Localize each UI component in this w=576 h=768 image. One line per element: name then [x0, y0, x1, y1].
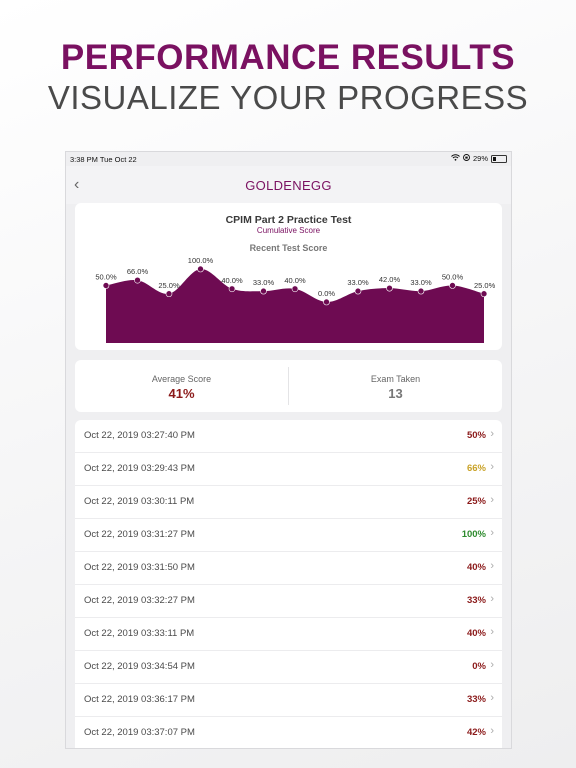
chevron-right-icon: ›: [490, 560, 494, 572]
result-date: Oct 22, 2019 03:30:11 PM: [84, 496, 195, 507]
chart-data-label: 50.0%: [442, 273, 464, 282]
chart-data-label: 50.0%: [95, 273, 117, 282]
chart-point: [134, 276, 141, 284]
result-row[interactable]: Oct 22, 2019 03:31:27 PM 100% ›: [75, 519, 502, 552]
result-score: 100%: [461, 529, 486, 540]
chevron-right-icon: ›: [490, 692, 494, 704]
tablet-screen: 3:38 PM Tue Oct 22 29% ‹ GOLDENEGG 50.0%…: [66, 152, 511, 748]
chart-data-label: 66.0%: [127, 267, 149, 276]
result-date: Oct 22, 2019 03:33:11 PM: [84, 628, 195, 639]
chart-card-subtitle: Cumulative Score: [256, 226, 321, 235]
result-date: Oct 22, 2019 03:31:27 PM: [84, 529, 195, 540]
result-date: Oct 22, 2019 03:34:54 PM: [84, 661, 195, 672]
chart-point: [354, 287, 362, 295]
stats-card: Average Score 41% Exam Taken 13: [75, 360, 502, 412]
promo-title: PERFORMANCE RESULTS: [60, 38, 516, 77]
result-row[interactable]: Oct 22, 2019 03:37:07 PM 42% ›: [75, 717, 502, 748]
score-chart-card: 50.0% 66.0% 25.0% 100.0% 40.0% 33.0% 40.0% 0.0%…: [75, 203, 502, 350]
average-score-stat: Average Score 41%: [75, 360, 288, 412]
result-score: 0%: [472, 661, 486, 672]
battery-icon: [491, 154, 507, 163]
navigation-bar: ‹ GOLDENEGG: [66, 166, 511, 204]
chevron-right-icon: ›: [490, 593, 494, 605]
chevron-right-icon: ›: [490, 626, 494, 638]
orientation-lock-icon: [463, 154, 470, 163]
result-row[interactable]: Oct 22, 2019 03:30:11 PM 25% ›: [75, 486, 502, 519]
chart-data-label: 25.0%: [158, 281, 180, 290]
chevron-right-icon: ›: [490, 428, 494, 440]
chart-point: [480, 290, 488, 298]
chart-data-label: 33.0%: [410, 278, 432, 287]
chart-data-label: 33.0%: [253, 278, 275, 287]
chart-point: [323, 298, 330, 306]
result-score: 50%: [466, 430, 486, 441]
result-row[interactable]: Oct 22, 2019 03:29:43 PM 66% ›: [75, 453, 502, 486]
result-row[interactable]: Oct 22, 2019 03:33:11 PM 40% ›: [75, 618, 502, 651]
chart-data-label: 40.0%: [221, 276, 243, 285]
wifi-icon: [451, 154, 460, 163]
result-date: Oct 22, 2019 03:31:50 PM: [84, 562, 195, 573]
result-score: 40%: [466, 628, 486, 639]
result-score: 33%: [466, 694, 486, 705]
status-bar: 3:38 PM Tue Oct 22 29%: [66, 152, 511, 166]
chart-data-label: 0.0%: [318, 289, 335, 298]
result-score: 66%: [466, 463, 486, 474]
chevron-right-icon: ›: [490, 494, 494, 506]
chart-data-label: 100.0%: [188, 256, 214, 265]
chart-data-label: 33.0%: [347, 278, 369, 287]
chart-point: [260, 287, 267, 295]
result-row[interactable]: Oct 22, 2019 03:27:40 PM 50% ›: [75, 420, 502, 453]
chevron-right-icon: ›: [490, 725, 494, 737]
chart-data-label: 42.0%: [379, 275, 401, 284]
chart-point: [291, 285, 299, 293]
result-row[interactable]: Oct 22, 2019 03:34:54 PM 0% ›: [75, 651, 502, 684]
app-logo: GOLDENEGG: [245, 178, 332, 193]
chevron-right-icon: ›: [490, 461, 494, 473]
chart-data-label: 40.0%: [284, 276, 306, 285]
chart-data-label: 25.0%: [474, 281, 496, 290]
result-date: Oct 22, 2019 03:27:40 PM: [84, 430, 195, 441]
results-list: Oct 22, 2019 03:27:40 PM 50% › Oct 22, 2019…: [75, 420, 502, 748]
chart-point: [417, 287, 425, 295]
promo-subtitle: VISUALIZE YOUR PROGRESS: [47, 79, 529, 116]
exam-taken-value: 13: [388, 386, 403, 401]
exam-taken-label: Exam Taken: [370, 374, 421, 384]
average-score-label: Average Score: [151, 374, 212, 384]
result-row[interactable]: Oct 22, 2019 03:36:17 PM 33% ›: [75, 684, 502, 717]
battery-percent: 29%: [472, 154, 488, 163]
result-row[interactable]: Oct 22, 2019 03:32:27 PM 33% ›: [75, 585, 502, 618]
result-date: Oct 22, 2019 03:36:17 PM: [84, 694, 195, 705]
exam-taken-stat: Exam Taken 13: [289, 360, 502, 412]
result-score: 40%: [466, 562, 486, 573]
chevron-right-icon: ›: [490, 527, 494, 539]
chart-point: [165, 290, 173, 298]
chart-point: [197, 265, 204, 273]
result-date: Oct 22, 2019 03:29:43 PM: [84, 463, 195, 474]
chart-point: [102, 282, 110, 289]
chart-point: [449, 282, 456, 289]
result-row[interactable]: Oct 22, 2019 03:31:50 PM 40% ›: [75, 552, 502, 585]
chevron-right-icon: ›: [490, 659, 494, 671]
average-score-value: 41%: [168, 386, 195, 401]
chart-point: [386, 284, 393, 292]
result-score: 33%: [466, 595, 486, 606]
result-date: Oct 22, 2019 03:37:07 PM: [84, 727, 195, 738]
result-date: Oct 22, 2019 03:32:27 PM: [84, 595, 195, 606]
result-score: 42%: [466, 727, 486, 738]
chart-card-title: CPIM Part 2 Practice Test: [225, 214, 352, 226]
status-time: 3:38 PM Tue Oct 22: [70, 155, 137, 164]
result-score: 25%: [466, 496, 486, 507]
chart-point: [228, 285, 236, 293]
chart-heading: Recent Test Score: [249, 243, 328, 253]
